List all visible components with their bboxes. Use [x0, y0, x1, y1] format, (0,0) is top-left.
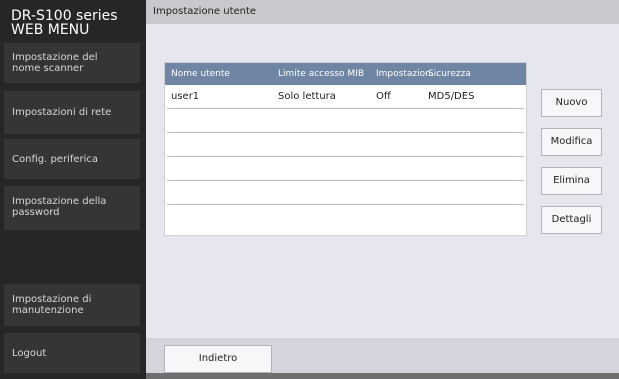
sidebar-item-label: Config. periferica: [12, 153, 99, 165]
column-header-username[interactable]: Nome utente: [171, 63, 230, 85]
user-table: Nome utente Limite accesso MIB Impostazi…: [164, 62, 527, 236]
cell-settings: Off: [376, 91, 391, 102]
main-content: Impostazione utente Nome utente Limite a…: [146, 0, 619, 379]
cell-mib-access: Solo lettura: [278, 91, 336, 102]
delete-user-button[interactable]: Elimina: [541, 167, 602, 195]
sidebar-item-label: Impostazione di manutenzione: [12, 294, 92, 316]
sidebar-item-logout[interactable]: Logout: [4, 333, 140, 373]
footer-bar: Indietro: [146, 338, 619, 373]
sidebar-item-maintenance[interactable]: Impostazione di manutenzione: [4, 284, 140, 326]
table-row[interactable]: [165, 181, 526, 205]
cell-security: MD5/DES: [428, 91, 475, 102]
new-user-button[interactable]: Nuovo: [541, 89, 602, 117]
table-row[interactable]: [165, 133, 526, 157]
brand-subtitle: WEB MENU: [11, 22, 90, 38]
row-divider: [167, 204, 524, 205]
sidebar-item-label: Impostazione del nome scanner: [12, 52, 98, 74]
table-row[interactable]: user1 Solo lettura Off MD5/DES: [165, 85, 526, 109]
sidebar-item-label: Impostazione della password: [12, 196, 107, 218]
table-row[interactable]: [165, 109, 526, 133]
back-button[interactable]: Indietro: [164, 345, 272, 373]
sidebar-item-label: Impostazioni di rete: [12, 107, 112, 118]
brand-model: DR-S100 series: [11, 8, 118, 24]
sidebar-item-network[interactable]: Impostazioni di rete: [4, 91, 140, 134]
details-button[interactable]: Dettagli: [541, 206, 602, 234]
table-header: Nome utente Limite accesso MIB Impostazi…: [165, 63, 526, 85]
cell-username: user1: [171, 91, 200, 102]
page-title: Impostazione utente: [146, 0, 619, 24]
table-row[interactable]: [165, 157, 526, 181]
edit-user-button[interactable]: Modifica: [541, 128, 602, 156]
column-header-mib-access[interactable]: Limite accesso MIB: [278, 63, 364, 85]
sidebar-item-label: Logout: [12, 347, 47, 359]
sidebar-item-device-config[interactable]: Config. periferica: [4, 139, 140, 179]
sidebar-item-scanner-name[interactable]: Impostazione del nome scanner: [4, 43, 140, 83]
sidebar: DR-S100 series WEB MENU Impostazione del…: [0, 0, 146, 379]
sidebar-item-password[interactable]: Impostazione della password: [4, 186, 140, 230]
bottom-strip: [146, 373, 619, 379]
column-header-security[interactable]: Sicurezza: [428, 63, 471, 85]
brand-title: DR-S100 series WEB MENU: [11, 9, 141, 37]
